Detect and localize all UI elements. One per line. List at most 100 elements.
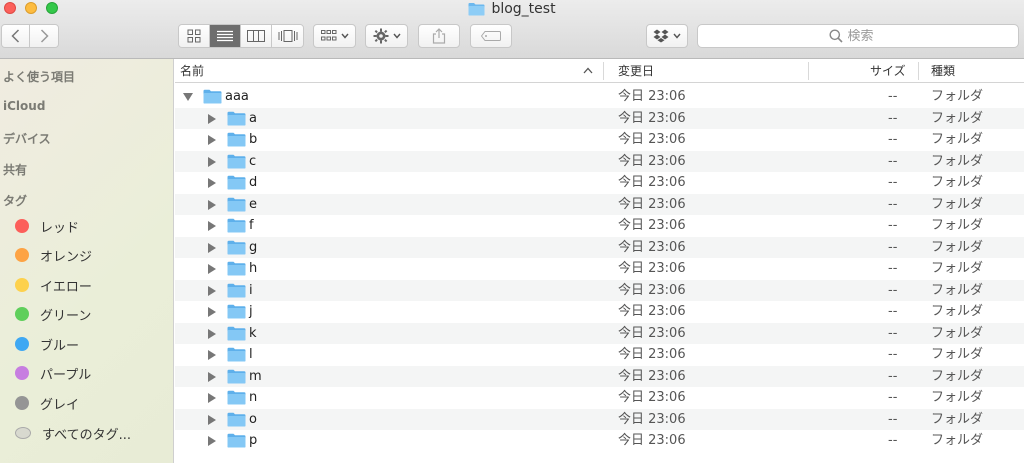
table-row[interactable]: i 今日 23:06 -- フォルダ — [175, 279, 1024, 301]
cover-flow-view-button[interactable] — [272, 25, 303, 47]
column-divider[interactable] — [603, 62, 604, 80]
edit-tags-button[interactable] — [470, 24, 512, 48]
table-row[interactable]: a 今日 23:06 -- フォルダ — [175, 107, 1024, 130]
table-row[interactable]: c 今日 23:06 -- フォルダ — [175, 150, 1024, 172]
file-size: -- — [888, 239, 898, 255]
table-row[interactable]: h 今日 23:06 -- フォルダ — [175, 258, 1024, 280]
table-row[interactable]: l 今日 23:06 -- フォルダ — [175, 344, 1024, 366]
sidebar-tag-label: グレイ — [40, 397, 80, 413]
sidebar-section-devices[interactable]: デバイス — [3, 130, 51, 147]
sidebar-section-shared[interactable]: 共有 — [3, 161, 27, 178]
sidebar-tag-label: イエロー — [40, 279, 92, 295]
disclosure-collapsed-icon[interactable] — [208, 328, 216, 339]
table-row[interactable]: n 今日 23:06 -- フォルダ — [175, 387, 1024, 409]
chevron-down-icon — [392, 33, 401, 39]
disclosure-collapsed-icon[interactable] — [208, 264, 216, 274]
sidebar-tag-green[interactable]: グリーン — [15, 304, 91, 324]
disclosure-collapsed-icon[interactable] — [208, 371, 216, 382]
sidebar-tag-label: ブルー — [40, 338, 80, 354]
search-field[interactable] — [697, 24, 1019, 48]
list-view-button[interactable] — [210, 25, 241, 47]
file-size: -- — [888, 132, 898, 147]
sidebar-tag-gray[interactable]: グレイ — [15, 393, 79, 413]
disclosure-collapsed-icon[interactable] — [208, 178, 216, 188]
arrange-button[interactable] — [313, 24, 356, 48]
file-kind: フォルダ — [931, 433, 984, 448]
column-header-modified[interactable]: 変更日 — [618, 59, 654, 83]
table-row[interactable]: e 今日 23:06 -- フォルダ — [175, 193, 1024, 215]
disclosure-collapsed-icon[interactable] — [208, 436, 216, 446]
file-kind: フォルダ — [931, 282, 984, 298]
table-row[interactable]: b 今日 23:06 -- フォルダ — [175, 129, 1024, 151]
disclosure-collapsed-icon[interactable] — [208, 307, 216, 317]
file-name: h — [249, 261, 258, 276]
disclosure-collapsed-icon[interactable] — [208, 221, 216, 231]
file-kind: フォルダ — [931, 390, 984, 405]
sidebar-tag-label: パープル — [40, 367, 92, 383]
disclosure-collapsed-icon[interactable] — [208, 285, 216, 296]
chevron-right-icon — [40, 29, 49, 43]
sidebar-section-favorites[interactable]: よく使う項目 — [3, 68, 75, 85]
sidebar-tag-purple[interactable]: パープル — [15, 363, 91, 383]
file-kind: フォルダ — [931, 110, 984, 126]
folder-icon — [227, 132, 246, 151]
disclosure-expanded-icon[interactable] — [183, 93, 193, 101]
table-row[interactable]: p 今日 23:06 -- フォルダ — [175, 430, 1024, 452]
column-divider[interactable] — [918, 62, 919, 80]
file-size: -- — [888, 304, 898, 319]
table-row[interactable]: o 今日 23:06 -- フォルダ — [175, 408, 1024, 430]
disclosure-collapsed-icon[interactable] — [208, 156, 216, 167]
column-header-size[interactable]: サイズ — [870, 59, 906, 83]
chevron-down-icon — [340, 33, 349, 39]
icon-view-button[interactable] — [179, 25, 210, 47]
search-input[interactable] — [847, 28, 888, 44]
list-icon — [217, 30, 233, 42]
file-kind: フォルダ — [931, 89, 984, 104]
folder-icon — [227, 111, 246, 130]
table-row[interactable]: f 今日 23:06 -- フォルダ — [175, 215, 1024, 237]
disclosure-collapsed-icon[interactable] — [208, 414, 216, 425]
sidebar-tag-yellow[interactable]: イエロー — [15, 275, 92, 295]
table-row[interactable]: k 今日 23:06 -- フォルダ — [175, 322, 1024, 344]
forward-button[interactable] — [30, 25, 58, 47]
disclosure-collapsed-icon[interactable] — [208, 113, 216, 124]
table-row[interactable]: g 今日 23:06 -- フォルダ — [175, 236, 1024, 258]
disclosure-collapsed-icon[interactable] — [208, 393, 216, 403]
column-header-name[interactable]: 名前 — [180, 59, 204, 83]
column-header-kind[interactable]: 種類 — [931, 59, 955, 83]
file-size: -- — [888, 368, 898, 384]
columns-icon — [247, 30, 265, 42]
file-size: -- — [888, 325, 898, 341]
sidebar-section-tags[interactable]: タグ — [3, 192, 27, 209]
history-navigation — [1, 24, 59, 48]
file-modified: 今日 23:06 — [618, 196, 686, 212]
table-row[interactable]: m 今日 23:06 -- フォルダ — [175, 365, 1024, 387]
list-header: 名前 変更日 サイズ 種類 — [175, 59, 1024, 83]
table-row[interactable]: d 今日 23:06 -- フォルダ — [175, 172, 1024, 194]
sidebar-tag-blue[interactable]: ブルー — [15, 334, 79, 354]
disclosure-collapsed-icon[interactable] — [208, 242, 216, 253]
column-view-button[interactable] — [241, 25, 272, 47]
file-size: -- — [888, 153, 898, 169]
action-menu-button[interactable] — [365, 24, 408, 48]
sidebar-section-icloud[interactable]: iCloud — [3, 99, 45, 113]
table-row[interactable]: j 今日 23:06 -- フォルダ — [175, 301, 1024, 323]
sidebar-all-tags[interactable]: すべてのタグ... — [15, 423, 131, 443]
search-icon — [829, 29, 843, 43]
share-button[interactable] — [418, 24, 460, 48]
tag-color-dot — [15, 307, 29, 321]
file-list: 名前 変更日 サイズ 種類 aaa 今日 23:06 -- フォルダ a 今日 23:06… — [175, 59, 1024, 463]
sidebar-tag-orange[interactable]: オレンジ — [15, 245, 92, 265]
file-kind: フォルダ — [931, 153, 984, 169]
column-divider[interactable] — [808, 62, 809, 80]
sidebar-tag-red[interactable]: レッド — [15, 216, 79, 236]
table-row[interactable]: aaa 今日 23:06 -- フォルダ — [175, 86, 1024, 108]
disclosure-collapsed-icon[interactable] — [208, 350, 216, 360]
disclosure-collapsed-icon[interactable] — [208, 135, 216, 145]
file-size: -- — [888, 390, 898, 405]
dropbox-button[interactable] — [646, 24, 688, 48]
disclosure-collapsed-icon[interactable] — [208, 199, 216, 210]
back-button[interactable] — [2, 25, 30, 47]
window-title: blog_test — [0, 0, 1024, 18]
file-name: e — [249, 196, 257, 212]
